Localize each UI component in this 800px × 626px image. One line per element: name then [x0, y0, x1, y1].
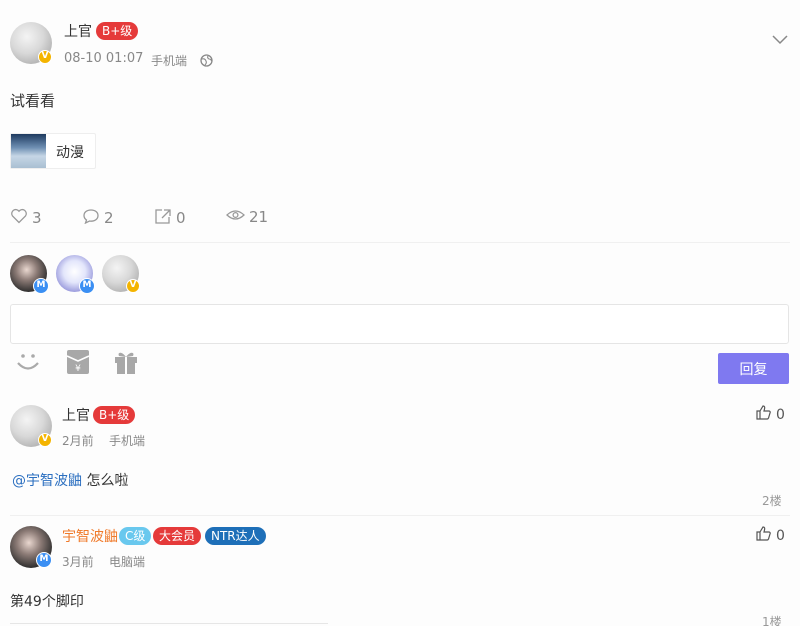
post-like-count: 3: [32, 209, 42, 227]
chevron-down-icon[interactable]: [770, 31, 790, 45]
gift-icon[interactable]: [113, 349, 139, 375]
comment-author-name[interactable]: 上官: [62, 405, 90, 425]
post-device: 手机端: [151, 54, 188, 68]
floor-number: 2楼: [762, 494, 782, 508]
emoji-smile-icon[interactable]: [15, 350, 41, 374]
floor-number: 1楼: [762, 615, 782, 626]
comment-bubble-icon: [82, 208, 100, 228]
post-view-count: 21: [249, 208, 269, 226]
comment-device: 手机端: [109, 434, 146, 448]
post-share-count: 0: [176, 209, 186, 227]
reply-button[interactable]: 回复: [718, 353, 789, 384]
stats-divider: [10, 242, 790, 243]
verified-badge-icon: V: [38, 50, 52, 64]
post-comment-stat[interactable]: 2: [82, 208, 114, 228]
post-content: 试看看: [10, 92, 56, 110]
eye-icon: [226, 208, 245, 226]
topic-thumbnail: [11, 134, 46, 168]
post-author-level-tag: B+级: [96, 22, 139, 40]
member-badge-icon: M: [36, 552, 52, 568]
reply-input[interactable]: [10, 304, 789, 344]
post-view-stat: 21: [226, 208, 268, 226]
comment-author-level-tag: B+级: [93, 406, 136, 424]
thumbs-up-icon: [756, 526, 771, 545]
comment-like-count: 0: [776, 527, 785, 544]
comment-like-count: 0: [776, 406, 785, 423]
comment-text: 怎么啦: [86, 473, 129, 489]
post-share-stat[interactable]: 0: [154, 208, 186, 228]
post-date: 08-10 01:07: [64, 51, 144, 66]
globe-icon: [200, 52, 213, 67]
verified-badge-icon: V: [126, 279, 140, 293]
comment-content: @宇智波鼬 怎么啦: [12, 470, 128, 490]
bottom-divider: [10, 623, 328, 624]
comment-author-name[interactable]: 宇智波鼬: [62, 526, 118, 546]
post-like-stat[interactable]: 3: [10, 208, 42, 228]
verified-badge-icon: V: [38, 433, 52, 447]
comment-like-button[interactable]: 0: [756, 405, 785, 424]
mention-link[interactable]: @宇智波鼬: [12, 473, 82, 489]
comment-like-button[interactable]: 0: [756, 526, 785, 545]
member-badge-icon: M: [33, 278, 49, 294]
comment-divider: [10, 515, 790, 516]
title-tag: NTR达人: [205, 527, 266, 545]
comment-author-level-tag: C级: [119, 527, 152, 545]
red-envelope-icon[interactable]: ¥: [66, 349, 90, 375]
thumbs-up-icon: [756, 405, 771, 424]
post-comment-count: 2: [104, 209, 114, 227]
comment-time: 3月前: [62, 555, 94, 569]
post-author-name[interactable]: 上官: [64, 21, 92, 41]
vip-member-tag: 大会员: [153, 527, 202, 545]
comment-device: 电脑端: [109, 555, 146, 569]
topic-tag-label: 动漫: [56, 145, 84, 161]
svg-text:¥: ¥: [75, 364, 81, 374]
comment-text: 第49个脚印: [10, 594, 84, 610]
comment-time: 2月前: [62, 434, 94, 448]
heart-icon: [10, 208, 28, 228]
topic-tag-card[interactable]: 动漫: [10, 133, 96, 169]
member-badge-icon: M: [79, 278, 95, 294]
share-icon: [154, 208, 172, 228]
